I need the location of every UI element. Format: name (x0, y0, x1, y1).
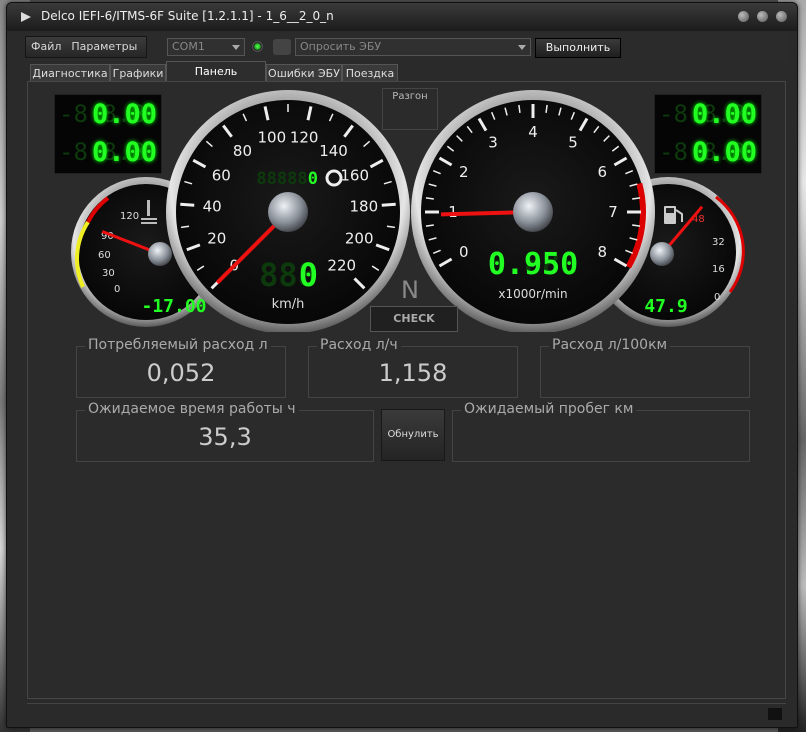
tach-tick-label: 2 (459, 163, 469, 181)
tab-ecu-errors[interactable]: Ошибки ЭБУ (266, 64, 342, 82)
maximize-button[interactable] (757, 11, 769, 22)
speedometer-hub (268, 192, 308, 232)
tab-trip[interactable]: Поездка (342, 64, 398, 82)
status-bar (27, 703, 786, 723)
app-icon (21, 12, 31, 22)
tach-tick (425, 197, 434, 200)
speed-readout: 0 (299, 256, 318, 294)
check-engine-indicator: CHECK (370, 306, 458, 332)
temp-hub (148, 242, 172, 266)
odometer-readout: 0 (308, 169, 318, 189)
expected-time-value: 35,3 (198, 423, 252, 451)
speed-tick-label: 180 (349, 198, 378, 216)
fuel-per100-label: Расход л/100км (549, 337, 671, 353)
temp-tick-label: 120 (120, 211, 139, 222)
chevron-down-icon (232, 45, 240, 50)
expected-time-box: Ожидаемое время работы ч 35,3 (76, 401, 374, 462)
temp-readout: -17.00 (141, 296, 206, 317)
temp-tick-label: 60 (98, 250, 111, 261)
connection-status-icon (252, 41, 263, 52)
speed-unit: km/h (272, 297, 305, 312)
ecu-icon (273, 39, 291, 55)
tach-tick-label: 0 (459, 243, 469, 261)
speed-tick (180, 202, 195, 207)
temp-tick-label: 0 (114, 284, 120, 295)
speed-tick-label: 80 (233, 142, 252, 160)
rpm-unit: x1000r/min (498, 287, 567, 301)
temp-tick-label: 30 (102, 268, 115, 279)
speed-tick-label: 40 (203, 198, 222, 216)
consumed-fuel-label: Потребляемый расход л (85, 337, 271, 353)
fuel-tick-label: 32 (712, 237, 725, 248)
fuel-tick-label: 0 (714, 292, 720, 303)
tab-charts[interactable]: Графики (110, 64, 166, 82)
tach-tick (518, 104, 521, 113)
tach-tick (425, 224, 434, 227)
dashboard-panel: -8.8.8 0.00 -8.8.8 0.00 -8.8.8 0.00 -8.8… (27, 81, 786, 699)
tach-tick-label: 3 (488, 134, 498, 152)
window-controls (734, 11, 787, 25)
ecu-query-select[interactable]: Опросить ЭБУ (295, 38, 531, 56)
speed-tick-label: 100 (258, 129, 287, 147)
tachometer-hub (513, 192, 553, 232)
speed-tick-label: 140 (319, 142, 348, 160)
tach-tick-label: 7 (608, 203, 618, 221)
tach-tick (632, 224, 641, 227)
tach-tick-label: 5 (568, 134, 578, 152)
tach-tick-label: 4 (528, 123, 538, 141)
tab-dashboard[interactable]: Панель приборов (166, 61, 266, 98)
speed-tick-label: 220 (327, 257, 356, 275)
close-button[interactable] (776, 11, 787, 22)
speed-tick-label: 20 (207, 230, 226, 248)
minimize-button[interactable] (738, 11, 750, 22)
tach-tick (632, 197, 641, 200)
gear-indicator: N (401, 276, 419, 304)
expected-range-box: Ожидаемый пробег км (452, 401, 750, 462)
speedometer: 0 20 40 60 80 100 120 140 160 180 200 22… (166, 90, 410, 332)
tab-diagnostics[interactable]: Диагностика (30, 64, 110, 82)
speed-tick-label: 120 (290, 129, 319, 147)
fuel-rate-value: 1,158 (378, 359, 448, 387)
fuel-readout: 47.9 (644, 296, 687, 317)
tach-tick (545, 104, 548, 113)
speed-tick-label: 200 (345, 230, 374, 248)
port-select[interactable]: COM1 (167, 38, 245, 56)
tach-tick-label: 6 (598, 163, 608, 181)
odometer-ghost: 88888 (256, 169, 307, 189)
menu-params[interactable]: Параметры (71, 40, 137, 53)
menu-bar: Файл Параметры (25, 36, 147, 58)
consumed-fuel-value: 0,052 (146, 359, 216, 387)
menu-file[interactable]: Файл (31, 40, 61, 53)
fuel-tick-label: 16 (712, 264, 725, 275)
fuel-rate-box: Расход л/ч 1,158 (308, 337, 518, 398)
expected-range-label: Ожидаемый пробег км (461, 401, 637, 417)
tach-tick-label: 1 (448, 203, 458, 221)
rpm-readout: 0.950 (488, 247, 578, 282)
tach-tick-label: 8 (598, 243, 608, 261)
speed-tick (381, 202, 396, 207)
reset-button[interactable]: Обнулить (381, 409, 445, 461)
expected-time-label: Ожидаемое время работы ч (85, 401, 299, 417)
consumed-fuel-box: Потребляемый расход л 0,052 (76, 337, 286, 398)
execute-button[interactable]: Выполнить (535, 38, 621, 58)
chevron-down-icon (518, 45, 526, 50)
gauge-cluster: 120 90 60 30 0 -17.00 48 32 16 0 47.9 20… (71, 90, 745, 332)
fuel-per100-box: Расход л/100км (540, 337, 750, 398)
title-bar[interactable]: Delco IEFI-6/ITMS-6F Suite [1.2.1.1] - 1… (7, 3, 797, 31)
tachometer: 0 1 2 3 4 5 6 7 8 8.888 0.950 x1000r/min (411, 90, 655, 332)
speed-tick-label: 160 (340, 167, 369, 185)
app-window: Delco IEFI-6/ITMS-6F Suite [1.2.1.1] - 1… (6, 2, 798, 728)
ecu-query-value: Опросить ЭБУ (300, 40, 382, 53)
resize-grip[interactable] (768, 708, 782, 720)
fuel-rate-label: Расход л/ч (317, 337, 401, 353)
speed-tick-label: 60 (212, 167, 231, 185)
port-select-value: COM1 (172, 40, 205, 53)
toolbar: Файл Параметры COM1 Опросить ЭБУ Выполнит… (25, 33, 787, 61)
window-title: Delco IEFI-6/ITMS-6F Suite [1.2.1.1] - 1… (41, 9, 334, 23)
fuel-hub (650, 242, 674, 266)
